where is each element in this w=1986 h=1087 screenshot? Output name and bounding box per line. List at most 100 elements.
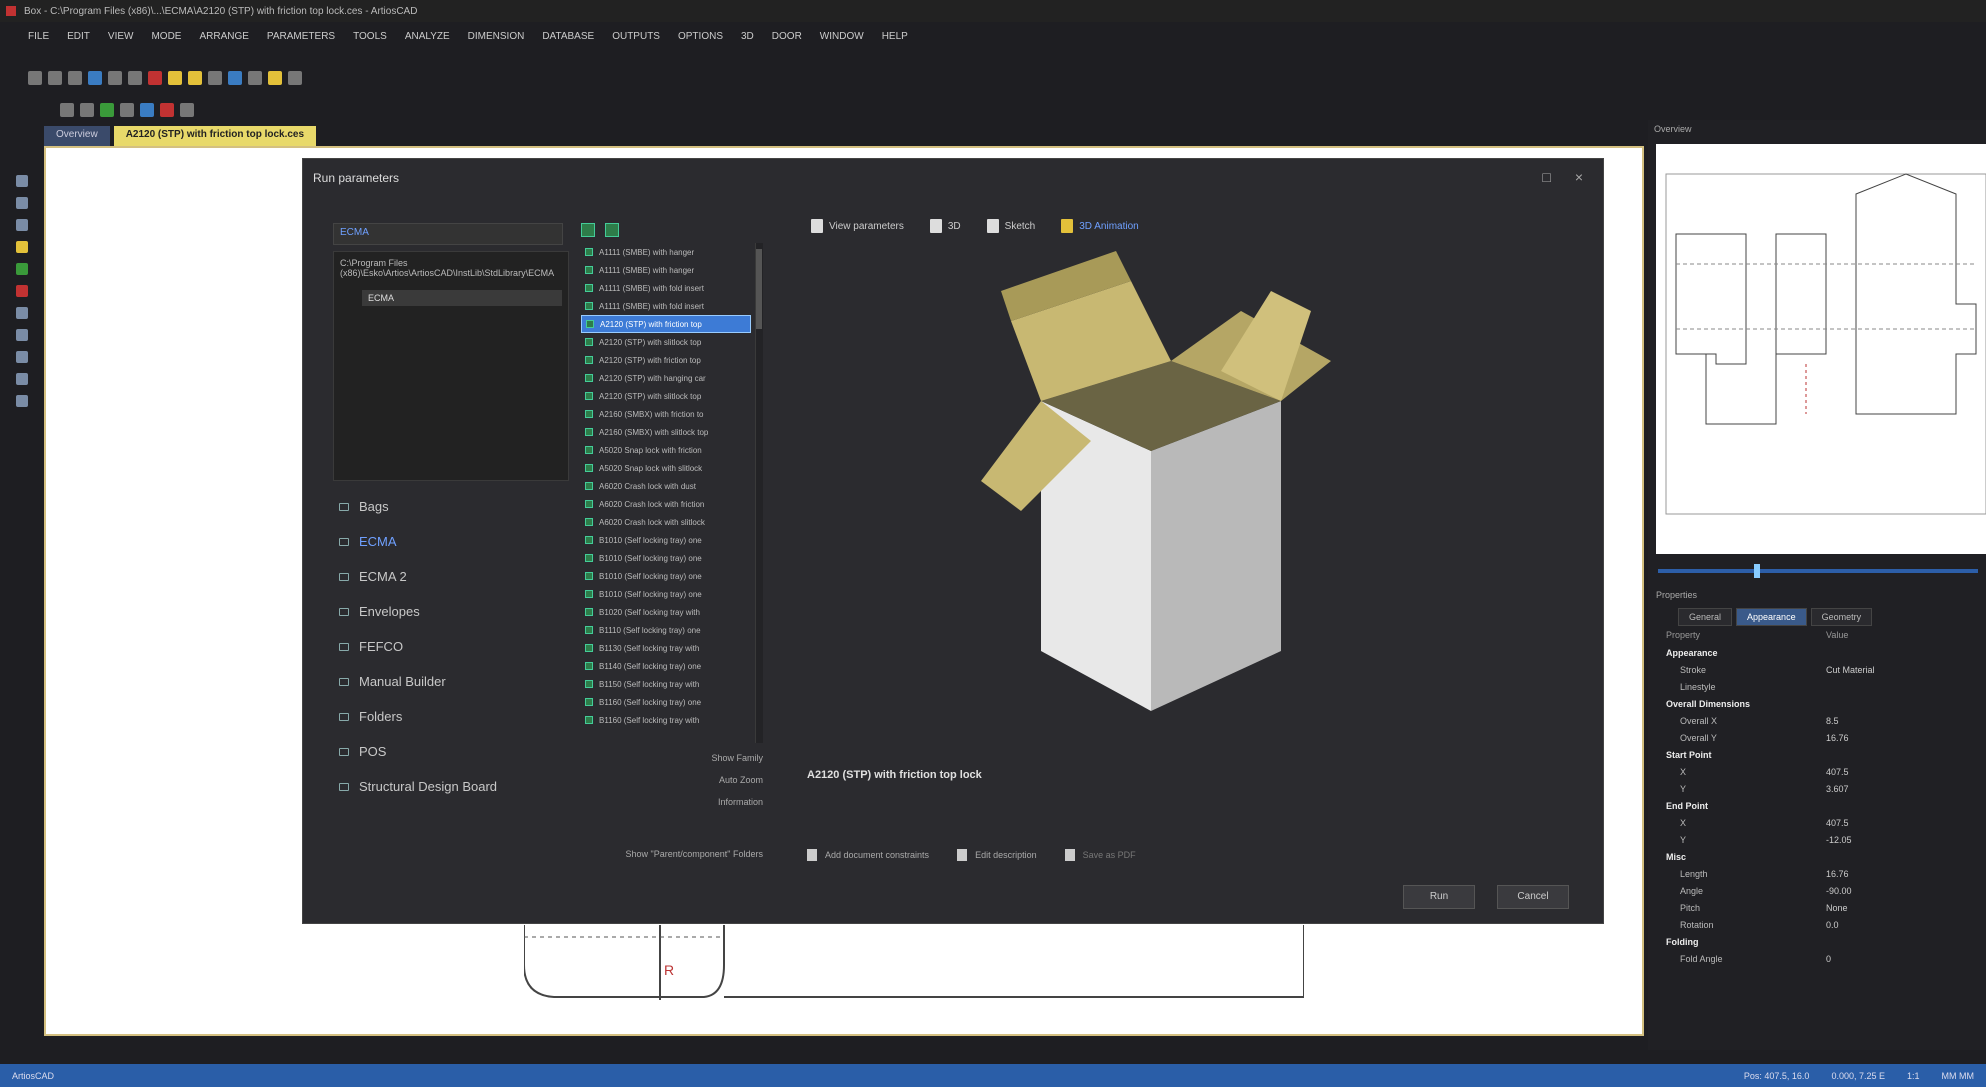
list-item[interactable]: B1010 (Self locking tray) one: [581, 531, 751, 549]
arc-tool-icon[interactable]: [16, 241, 28, 253]
text-tool-icon[interactable]: [16, 373, 28, 385]
print-icon[interactable]: [88, 71, 102, 85]
line-tool-icon[interactable]: [16, 219, 28, 231]
property-row[interactable]: Fold Angle 0: [1656, 950, 1980, 967]
layer-icon[interactable]: [208, 71, 222, 85]
show-folders-toggle[interactable]: Show "Parent/component" Folders: [503, 849, 763, 859]
list-scrollbar[interactable]: [755, 243, 763, 743]
close-icon[interactable]: ×: [1575, 169, 1583, 185]
list-item[interactable]: A6020 Crash lock with slitlock: [581, 513, 751, 531]
property-value[interactable]: 0: [1826, 954, 1831, 964]
select-tool-icon[interactable]: [16, 175, 28, 187]
property-row[interactable]: Stroke Cut Material: [1656, 661, 1980, 678]
list-item[interactable]: A1111 (SMBE) with hanger: [581, 243, 751, 261]
list-item[interactable]: B1020 (Self locking tray with: [581, 603, 751, 621]
property-row[interactable]: X 407.5: [1656, 814, 1980, 831]
slider-track[interactable]: [1658, 564, 1978, 578]
list-item[interactable]: B1160 (Self locking tray with: [581, 711, 751, 729]
list-item[interactable]: A1111 (SMBE) with hanger: [581, 261, 751, 279]
auto-zoom-option[interactable]: Auto Zoom: [719, 775, 763, 785]
property-value[interactable]: None: [1826, 903, 1848, 913]
new-icon[interactable]: [28, 71, 42, 85]
rotate-tool-icon[interactable]: [16, 351, 28, 363]
tab-geometry[interactable]: Geometry: [1810, 608, 1873, 626]
measure-icon[interactable]: [180, 103, 194, 117]
menu-item-view[interactable]: VIEW: [108, 31, 134, 42]
list-item[interactable]: A6020 Crash lock with dust: [581, 477, 751, 495]
category-item[interactable]: FEFCO: [339, 639, 569, 654]
tab-overview[interactable]: Overview: [44, 126, 110, 146]
folder-icon[interactable]: [268, 71, 282, 85]
move-tool-icon[interactable]: [16, 329, 28, 341]
3d-box-preview[interactable]: [811, 251, 1591, 741]
category-item[interactable]: Manual Builder: [339, 674, 569, 689]
3d-button[interactable]: 3D: [929, 219, 961, 233]
edit-description-option[interactable]: Edit description: [957, 849, 1037, 861]
dimension-icon[interactable]: [100, 103, 114, 117]
list-item[interactable]: A2160 (SMBX) with slitlock top: [581, 423, 751, 441]
tree-node-ecma[interactable]: ECMA: [362, 290, 562, 306]
property-value[interactable]: 3.607: [1826, 784, 1849, 794]
stroke-icon[interactable]: [160, 103, 174, 117]
tab-appearance[interactable]: Appearance: [1736, 608, 1807, 626]
list-item[interactable]: A2120 (STP) with friction top: [581, 315, 751, 333]
list-item[interactable]: B1150 (Self locking tray with: [581, 675, 751, 693]
list-item[interactable]: A6020 Crash lock with friction: [581, 495, 751, 513]
information-option[interactable]: Information: [718, 797, 763, 807]
sketch-button[interactable]: Sketch: [986, 219, 1035, 233]
library-selector[interactable]: ECMA: [333, 223, 563, 245]
property-value[interactable]: 407.5: [1826, 818, 1849, 828]
category-item[interactable]: Envelopes: [339, 604, 569, 619]
menu-item-help[interactable]: HELP: [882, 31, 908, 42]
category-item[interactable]: Bags: [339, 499, 569, 514]
note-tool-icon[interactable]: [16, 395, 28, 407]
list-item[interactable]: A1111 (SMBE) with fold insert: [581, 279, 751, 297]
menu-item-dimension[interactable]: DIMENSION: [468, 31, 525, 42]
property-row[interactable]: Linestyle: [1656, 678, 1980, 695]
list-item[interactable]: B1140 (Self locking tray) one: [581, 657, 751, 675]
scroll-thumb[interactable]: [756, 249, 762, 329]
copy-icon[interactable]: [168, 71, 182, 85]
menu-item-3d[interactable]: 3D: [741, 31, 754, 42]
copy-tool-icon[interactable]: [16, 307, 28, 319]
category-item[interactable]: ECMA 2: [339, 569, 569, 584]
list-item[interactable]: A1111 (SMBE) with fold insert: [581, 297, 751, 315]
save-icon[interactable]: [68, 71, 82, 85]
property-value[interactable]: -90.00: [1826, 886, 1852, 896]
snap-icon[interactable]: [140, 103, 154, 117]
menu-item-database[interactable]: DATABASE: [542, 31, 594, 42]
list-item[interactable]: A5020 Snap lock with slitlock: [581, 459, 751, 477]
property-value[interactable]: 8.5: [1826, 716, 1839, 726]
delete-icon[interactable]: [148, 71, 162, 85]
fill-tool-icon[interactable]: [16, 263, 28, 275]
menu-item-mode[interactable]: MODE: [151, 31, 181, 42]
category-item[interactable]: Structural Design Board: [339, 779, 569, 794]
view-parameters-button[interactable]: View parameters: [811, 219, 904, 233]
list-item[interactable]: B1010 (Self locking tray) one: [581, 585, 751, 603]
menu-item-analyze[interactable]: ANALYZE: [405, 31, 450, 42]
overview-thumbnail[interactable]: [1656, 144, 1986, 554]
category-item[interactable]: ECMA: [339, 534, 569, 549]
property-row[interactable]: Angle -90.00: [1656, 882, 1980, 899]
menu-item-options[interactable]: OPTIONS: [678, 31, 723, 42]
property-row[interactable]: Overall Y 16.76: [1656, 729, 1980, 746]
3d-animation-button[interactable]: 3D Animation: [1061, 219, 1139, 233]
menu-item-arrange[interactable]: ARRANGE: [199, 31, 248, 42]
menu-item-outputs[interactable]: OUTPUTS: [612, 31, 660, 42]
menu-item-door[interactable]: DOOR: [772, 31, 802, 42]
maximize-icon[interactable]: □: [1542, 169, 1550, 185]
property-value[interactable]: 407.5: [1826, 767, 1849, 777]
menu-item-window[interactable]: WINDOW: [820, 31, 864, 42]
list-item[interactable]: A5020 Snap lock with friction: [581, 441, 751, 459]
show-family-option[interactable]: Show Family: [711, 753, 763, 763]
library-tree[interactable]: C:\Program Files (x86)\Esko\Artios\Artio…: [333, 251, 569, 481]
add-constraints-option[interactable]: Add document constraints: [807, 849, 929, 861]
pen-tool-icon[interactable]: [16, 197, 28, 209]
cancel-button[interactable]: Cancel: [1497, 885, 1569, 909]
list-item[interactable]: B1010 (Self locking tray) one: [581, 567, 751, 585]
arc-icon[interactable]: [80, 103, 94, 117]
property-row[interactable]: Y -12.05: [1656, 831, 1980, 848]
list-item[interactable]: B1130 (Self locking tray with: [581, 639, 751, 657]
run-button[interactable]: Run: [1403, 885, 1475, 909]
category-item[interactable]: POS: [339, 744, 569, 759]
